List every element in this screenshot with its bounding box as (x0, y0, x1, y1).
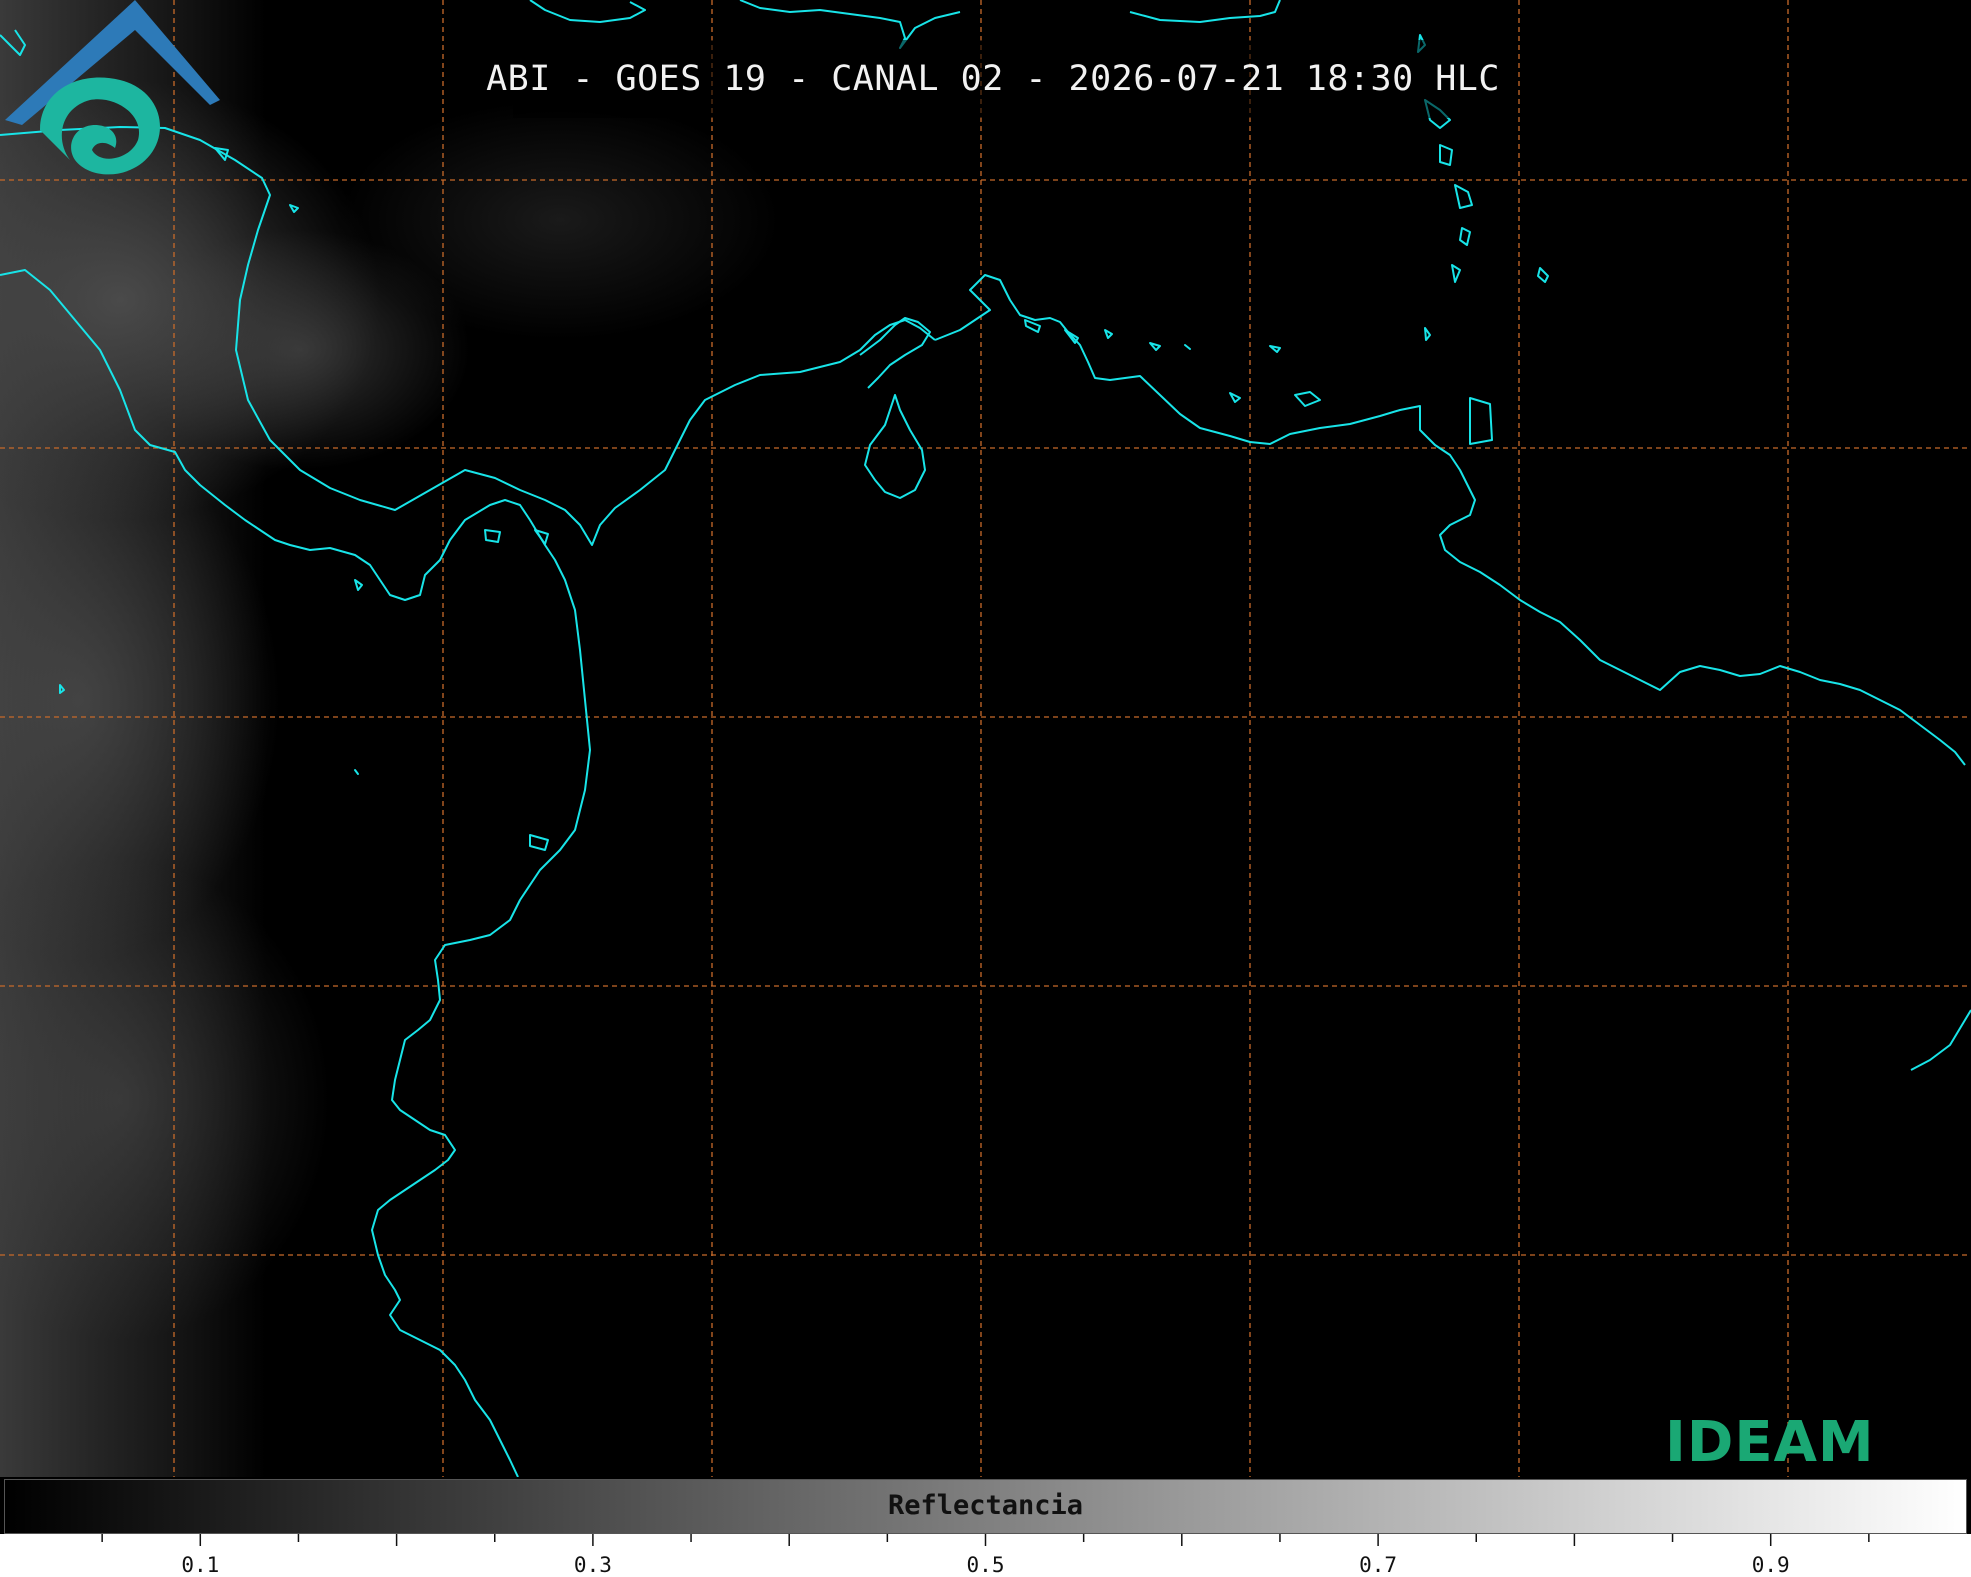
image-title: ABI - GOES 19 - CANAL 02 - 2026-07-21 18… (486, 40, 1499, 118)
logo-swirl-icon (40, 77, 160, 175)
colorbar-tick-label: 0.5 (966, 1553, 1005, 1577)
coastline-brazil-guyana (1910, 1009, 1971, 1071)
ideam-logo-text: IDEAM (1665, 1410, 1875, 1475)
coastline-north-south-america (934, 274, 1966, 766)
coastline-isla (1104, 329, 1113, 339)
ideam-logo (5, 0, 220, 175)
coastline-barbados (1537, 267, 1549, 283)
coastline-lesser-antilles (1424, 327, 1431, 341)
coastline-lesser-antilles (1439, 144, 1453, 166)
coastline-aruba (1024, 319, 1041, 333)
coastline-isla (1149, 342, 1161, 351)
colorbar-tick-label: 0.1 (181, 1553, 220, 1577)
logo-roof-icon (5, 0, 220, 125)
coastline-trinidad (1469, 397, 1493, 445)
colorbar-tick-label: 0.9 (1751, 1553, 1790, 1577)
satellite-map[interactable]: ABI - GOES 19 - CANAL 02 - 2026-07-21 18… (0, 0, 1971, 1477)
colorbar-tick-label: 0.3 (573, 1553, 612, 1577)
colorbar-tick-label: 0.7 (1359, 1553, 1398, 1577)
coastline-margarita (1294, 391, 1321, 407)
coastline-isla (1229, 392, 1241, 403)
colorbar-label: Reflectancia (887, 1490, 1084, 1521)
coastline-lake-maracaibo (864, 394, 926, 499)
coastline-greater-antilles (1129, 0, 1281, 23)
cloud-cluster (340, 100, 780, 340)
coastline-lesser-antilles (1459, 227, 1471, 246)
coastline-isla (1269, 345, 1281, 353)
coastline-isla (1184, 344, 1191, 350)
coastline-lesser-antilles (1454, 184, 1473, 209)
map-canvas (0, 0, 1971, 1477)
satellite-viewer: ABI - GOES 19 - CANAL 02 - 2026-07-21 18… (0, 0, 1971, 1577)
coastline-lesser-antilles (1451, 264, 1461, 283)
